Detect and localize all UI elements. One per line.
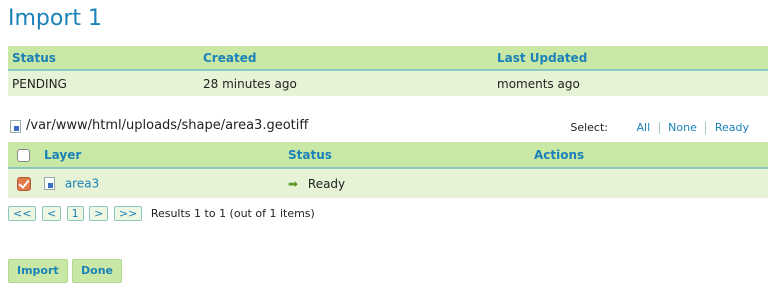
created-value: 28 minutes ago bbox=[203, 76, 297, 91]
pagination: << < 1 > >> Results 1 to 1 (out of 1 ite… bbox=[8, 206, 315, 222]
select-divider bbox=[705, 122, 707, 134]
layers-header-row: Layer Status Actions bbox=[8, 142, 768, 169]
layers-table: Layer Status Actions area3 ➡ Ready bbox=[8, 142, 768, 198]
layer-status-column-header: Status bbox=[288, 142, 534, 169]
import-status-row: PENDING 28 minutes ago moments ago bbox=[8, 70, 768, 96]
layer-column-header: Layer bbox=[44, 142, 288, 169]
page-title: Import 1 bbox=[8, 6, 103, 31]
select-none-link[interactable]: None bbox=[663, 121, 702, 134]
file-icon bbox=[10, 120, 21, 133]
select-divider bbox=[658, 122, 660, 134]
import-status-header-row: Status Created Last Updated bbox=[8, 46, 768, 71]
layer-link[interactable]: area3 bbox=[65, 177, 99, 191]
select-label: Select: bbox=[570, 121, 608, 134]
status-column-header: Status bbox=[8, 46, 199, 71]
import-status-value: PENDING bbox=[12, 76, 67, 91]
table-row: area3 ➡ Ready bbox=[8, 168, 768, 198]
page-number-button[interactable]: 1 bbox=[66, 206, 84, 221]
last-page-button[interactable]: >> bbox=[113, 206, 143, 221]
actions-cell bbox=[534, 168, 768, 198]
select-all-cell bbox=[8, 142, 44, 169]
import-button[interactable]: Import bbox=[8, 259, 68, 283]
actions-column-header: Actions bbox=[534, 142, 768, 169]
file-path-line: /var/www/html/uploads/shape/area3.geotif… bbox=[8, 118, 768, 136]
file-icon bbox=[44, 177, 55, 191]
layer-status: Ready bbox=[307, 176, 346, 191]
import-status-table: Status Created Last Updated PENDING 28 m… bbox=[8, 46, 768, 96]
select-ready-link[interactable]: Ready bbox=[710, 121, 754, 134]
row-checkbox[interactable] bbox=[17, 176, 31, 191]
last-updated-value: moments ago bbox=[497, 76, 580, 91]
row-checkbox-cell bbox=[8, 168, 44, 198]
file-path: /var/www/html/uploads/shape/area3.geotif… bbox=[26, 118, 309, 133]
select-all-checkbox[interactable] bbox=[17, 148, 30, 162]
results-summary: Results 1 to 1 (out of 1 items) bbox=[150, 207, 315, 220]
prev-page-button[interactable]: < bbox=[41, 206, 62, 221]
select-controls: Select: All None Ready bbox=[570, 121, 754, 134]
next-page-button[interactable]: > bbox=[89, 206, 109, 221]
layer-status-cell: ➡ Ready bbox=[288, 168, 534, 198]
arrow-right-icon: ➡ bbox=[288, 176, 299, 191]
layer-cell: area3 bbox=[44, 168, 288, 198]
created-column-header: Created bbox=[199, 46, 493, 71]
last-updated-column-header: Last Updated bbox=[493, 46, 768, 71]
done-button[interactable]: Done bbox=[72, 259, 122, 283]
select-all-link[interactable]: All bbox=[632, 121, 656, 134]
first-page-button[interactable]: << bbox=[8, 206, 37, 221]
